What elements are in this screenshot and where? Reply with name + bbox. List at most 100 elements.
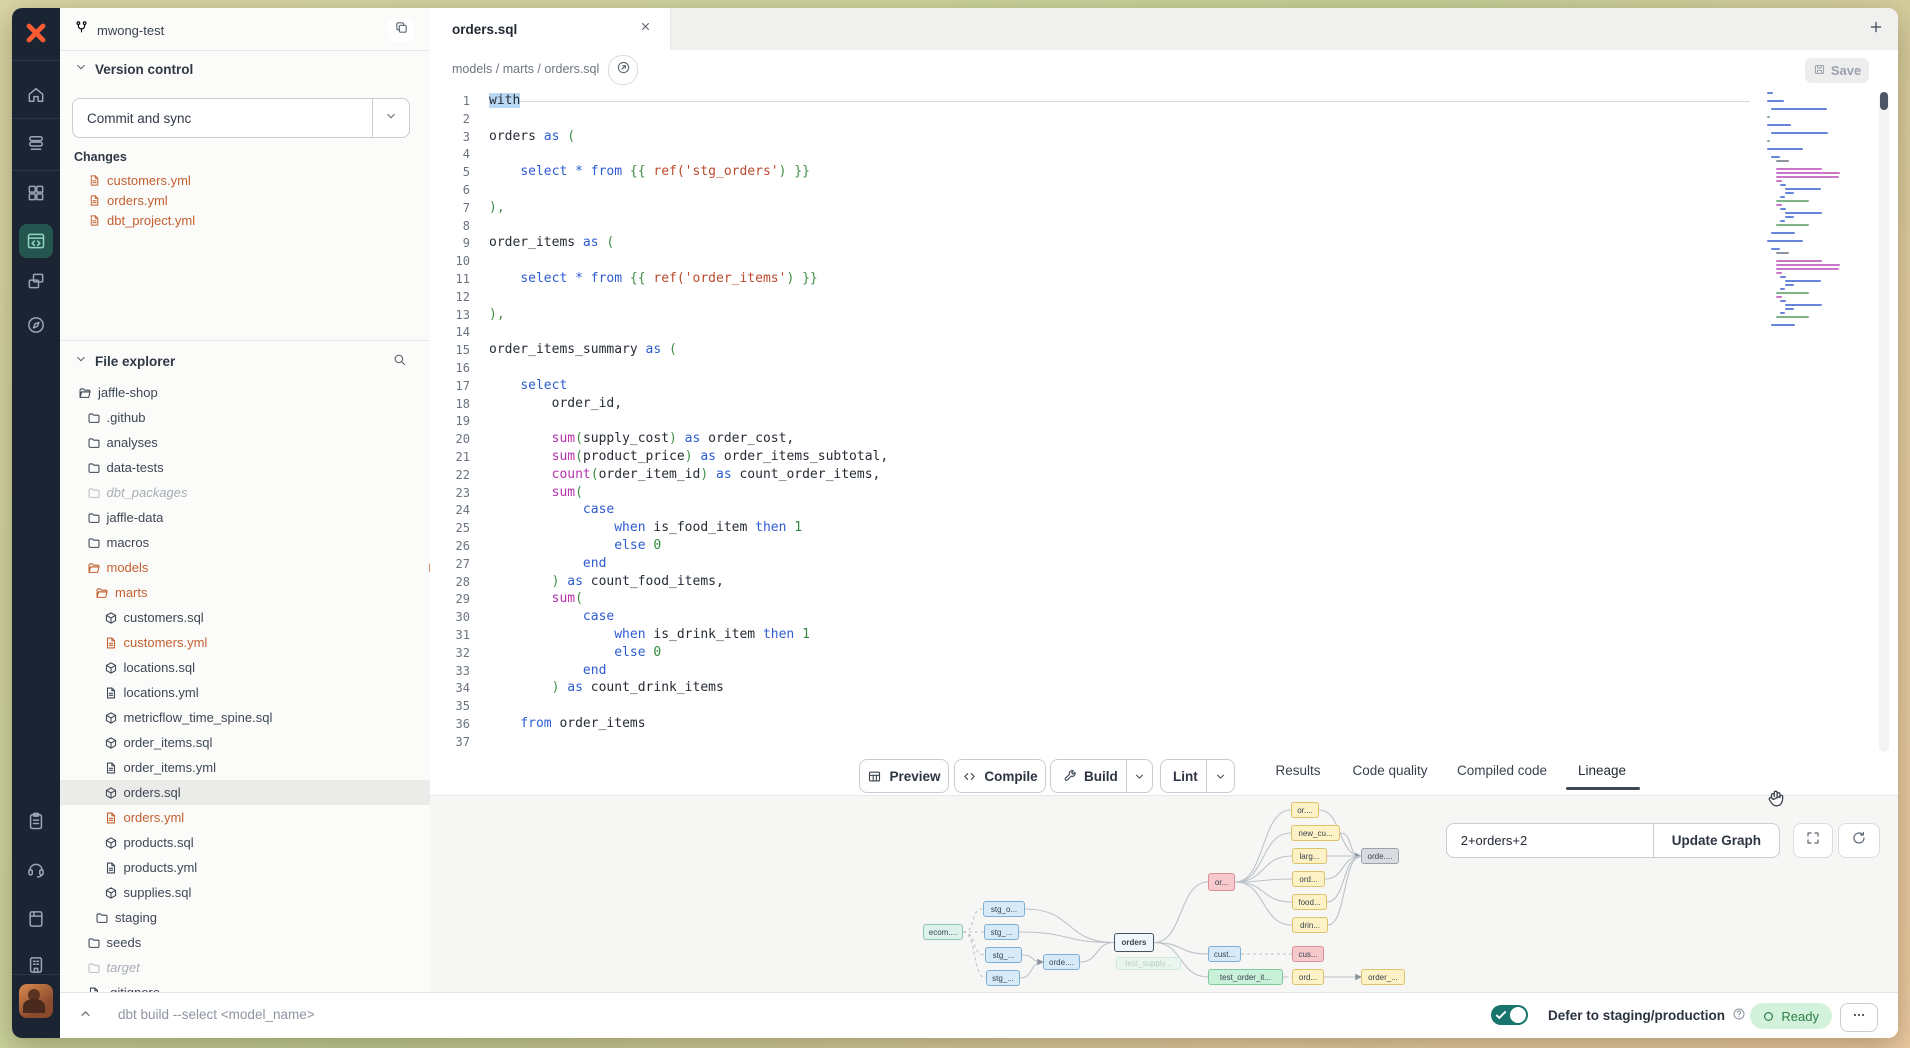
command-input[interactable]: dbt build --select <model_name> — [118, 1007, 315, 1022]
tree-item-supplies.sql[interactable]: supplies.sql — [60, 880, 474, 905]
rail-item-dashboard[interactable] — [19, 176, 53, 210]
compile-button[interactable]: Compile — [954, 759, 1046, 793]
tree-item-analyses[interactable]: analyses — [60, 430, 457, 455]
tree-item-locations.sql[interactable]: locations.sql — [60, 655, 474, 680]
tree-item-orders.yml[interactable]: orders.ymlM — [60, 805, 474, 830]
rail-item-docs[interactable] — [19, 902, 53, 936]
rail-item-explore[interactable] — [19, 308, 53, 342]
code-line-21[interactable]: 21 sum(product_price) as order_items_sub… — [430, 448, 1898, 466]
lineage-node-gray[interactable]: orde.... — [1361, 848, 1399, 864]
lineage-node-orders[interactable]: orders — [1114, 933, 1154, 952]
lineage-filter-input[interactable]: 2+orders+2 — [1447, 824, 1653, 857]
tree-item-products.yml[interactable]: products.yml — [60, 855, 474, 880]
fullscreen-button[interactable] — [1793, 823, 1833, 858]
minimap[interactable] — [1767, 92, 1877, 332]
build-dropdown-chevron[interactable] — [1126, 760, 1152, 792]
tab-close-icon[interactable] — [639, 20, 652, 38]
tree-item-order_items.yml[interactable]: order_items.yml — [60, 755, 474, 780]
lineage-node-stg2[interactable]: stg_... — [984, 924, 1019, 940]
code-line-34[interactable]: 34 ) as count_drink_items — [430, 679, 1898, 697]
tree-item-orders.sql[interactable]: orders.sql — [60, 780, 474, 805]
code-line-16[interactable]: 16 — [430, 359, 1898, 377]
rail-item-develop[interactable] — [19, 224, 53, 258]
open-in-explorer-icon[interactable] — [608, 55, 638, 85]
lineage-node-cpink[interactable]: cus... — [1292, 946, 1324, 962]
code-line-9[interactable]: 9order_items as ( — [430, 234, 1898, 252]
rail-item-changelog[interactable] — [19, 948, 53, 982]
tree-item-order_items.sql[interactable]: order_items.sql — [60, 730, 474, 755]
tree-item-models[interactable]: modelsM — [60, 555, 457, 580]
code-line-27[interactable]: 27 end — [430, 555, 1898, 573]
tree-item-macros[interactable]: macros — [60, 530, 457, 555]
code-line-8[interactable]: 8 — [430, 217, 1898, 235]
tab-compiled-code[interactable]: Compiled code — [1457, 763, 1547, 778]
lineage-node-ordeB[interactable]: orde.... — [1043, 954, 1080, 970]
code-line-10[interactable]: 10 — [430, 252, 1898, 270]
code-line-4[interactable]: 4 — [430, 145, 1898, 163]
expand-command-bar-icon[interactable] — [78, 1006, 93, 1026]
code-line-11[interactable]: 11 select * from {{ ref('order_items') }… — [430, 270, 1898, 288]
code-line-23[interactable]: 23 sum( — [430, 484, 1898, 502]
code-line-24[interactable]: 24 case — [430, 501, 1898, 519]
code-line-14[interactable]: 14 — [430, 323, 1898, 341]
tab-results[interactable]: Results — [1275, 763, 1320, 778]
code-line-7[interactable]: 7), — [430, 199, 1898, 217]
tree-item-customers.yml[interactable]: customers.ymlM — [60, 630, 474, 655]
help-icon[interactable] — [1732, 1007, 1746, 1024]
rail-item-support[interactable] — [19, 852, 53, 886]
lint-button[interactable]: Lint — [1160, 759, 1235, 793]
changed-file-orders.yml[interactable]: orders.ymlM — [60, 190, 458, 210]
refresh-graph-button[interactable] — [1838, 823, 1880, 858]
tree-item-customers.sql[interactable]: customers.sql — [60, 605, 474, 630]
rail-item-orchestrate[interactable] — [19, 264, 53, 298]
rail-item-logo[interactable] — [19, 16, 53, 50]
lineage-node-orp[interactable]: or... — [1208, 873, 1235, 891]
code-line-22[interactable]: 22 count(order_item_id) as count_order_i… — [430, 466, 1898, 484]
lineage-node-stg4[interactable]: stg_... — [986, 970, 1020, 986]
lineage-node-ecom[interactable]: ecom.... — [923, 924, 963, 940]
changed-file-customers.yml[interactable]: customers.ymlM — [60, 170, 458, 190]
lineage-node-y3[interactable]: larg... — [1292, 848, 1327, 864]
code-line-28[interactable]: 28 ) as count_food_items, — [430, 573, 1898, 591]
code-line-36[interactable]: 36 from order_items — [430, 715, 1898, 733]
code-line-18[interactable]: 18 order_id, — [430, 395, 1898, 413]
code-line-13[interactable]: 13), — [430, 306, 1898, 324]
defer-toggle[interactable] — [1491, 1005, 1528, 1025]
lineage-node-tsup[interactable]: test_supply... — [1116, 957, 1181, 970]
code-line-37[interactable]: 37 — [430, 733, 1898, 751]
code-line-20[interactable]: 20 sum(supply_cost) as order_cost, — [430, 430, 1898, 448]
lineage-node-oy2[interactable]: order_... — [1361, 969, 1405, 985]
new-tab-button[interactable] — [1860, 13, 1892, 45]
lineage-node-stg1[interactable]: stg_o... — [983, 901, 1025, 917]
tree-item-target[interactable]: target — [60, 955, 457, 980]
lineage-node-y2[interactable]: new_cu... — [1291, 825, 1340, 841]
code-line-19[interactable]: 19 — [430, 412, 1898, 430]
rail-item-profile[interactable] — [19, 984, 53, 1018]
tab-lineage[interactable]: Lineage — [1578, 763, 1626, 778]
code-line-6[interactable]: 6 — [430, 181, 1898, 199]
rail-item-home[interactable] — [19, 78, 53, 112]
tree-item-seeds[interactable]: seeds — [60, 930, 457, 955]
code-line-5[interactable]: 5 select * from {{ ref('stg_orders') }} — [430, 163, 1898, 181]
tab-orders-sql[interactable]: orders.sql — [430, 8, 671, 50]
tree-item-locations.yml[interactable]: locations.yml — [60, 680, 474, 705]
tree-item-jaffle-data[interactable]: jaffle-data — [60, 505, 457, 530]
code-line-25[interactable]: 25 when is_food_item then 1 — [430, 519, 1898, 537]
tree-item-.github[interactable]: .github — [60, 405, 457, 430]
save-button[interactable]: Save — [1805, 58, 1869, 83]
tree-item-jaffle-shop[interactable]: jaffle-shop — [60, 380, 448, 405]
copy-icon-button[interactable] — [388, 18, 414, 42]
code-line-2[interactable]: 2 — [430, 110, 1898, 128]
lineage-node-oyel[interactable]: ord... — [1292, 969, 1324, 985]
tree-item-staging[interactable]: staging — [60, 905, 465, 930]
commit-dropdown-chevron[interactable] — [372, 99, 409, 137]
lineage-node-cust[interactable]: cust... — [1208, 946, 1241, 962]
tree-item-dbt_packages[interactable]: dbt_packages — [60, 480, 457, 505]
lint-dropdown-chevron[interactable] — [1206, 760, 1234, 792]
update-graph-button[interactable]: Update Graph — [1653, 824, 1779, 857]
tree-item-marts[interactable]: martsM — [60, 580, 465, 605]
rail-item-tasks[interactable] — [19, 804, 53, 838]
code-line-1[interactable]: 1with — [430, 92, 1898, 110]
build-button[interactable]: Build — [1050, 759, 1153, 793]
code-line-29[interactable]: 29 sum( — [430, 590, 1898, 608]
